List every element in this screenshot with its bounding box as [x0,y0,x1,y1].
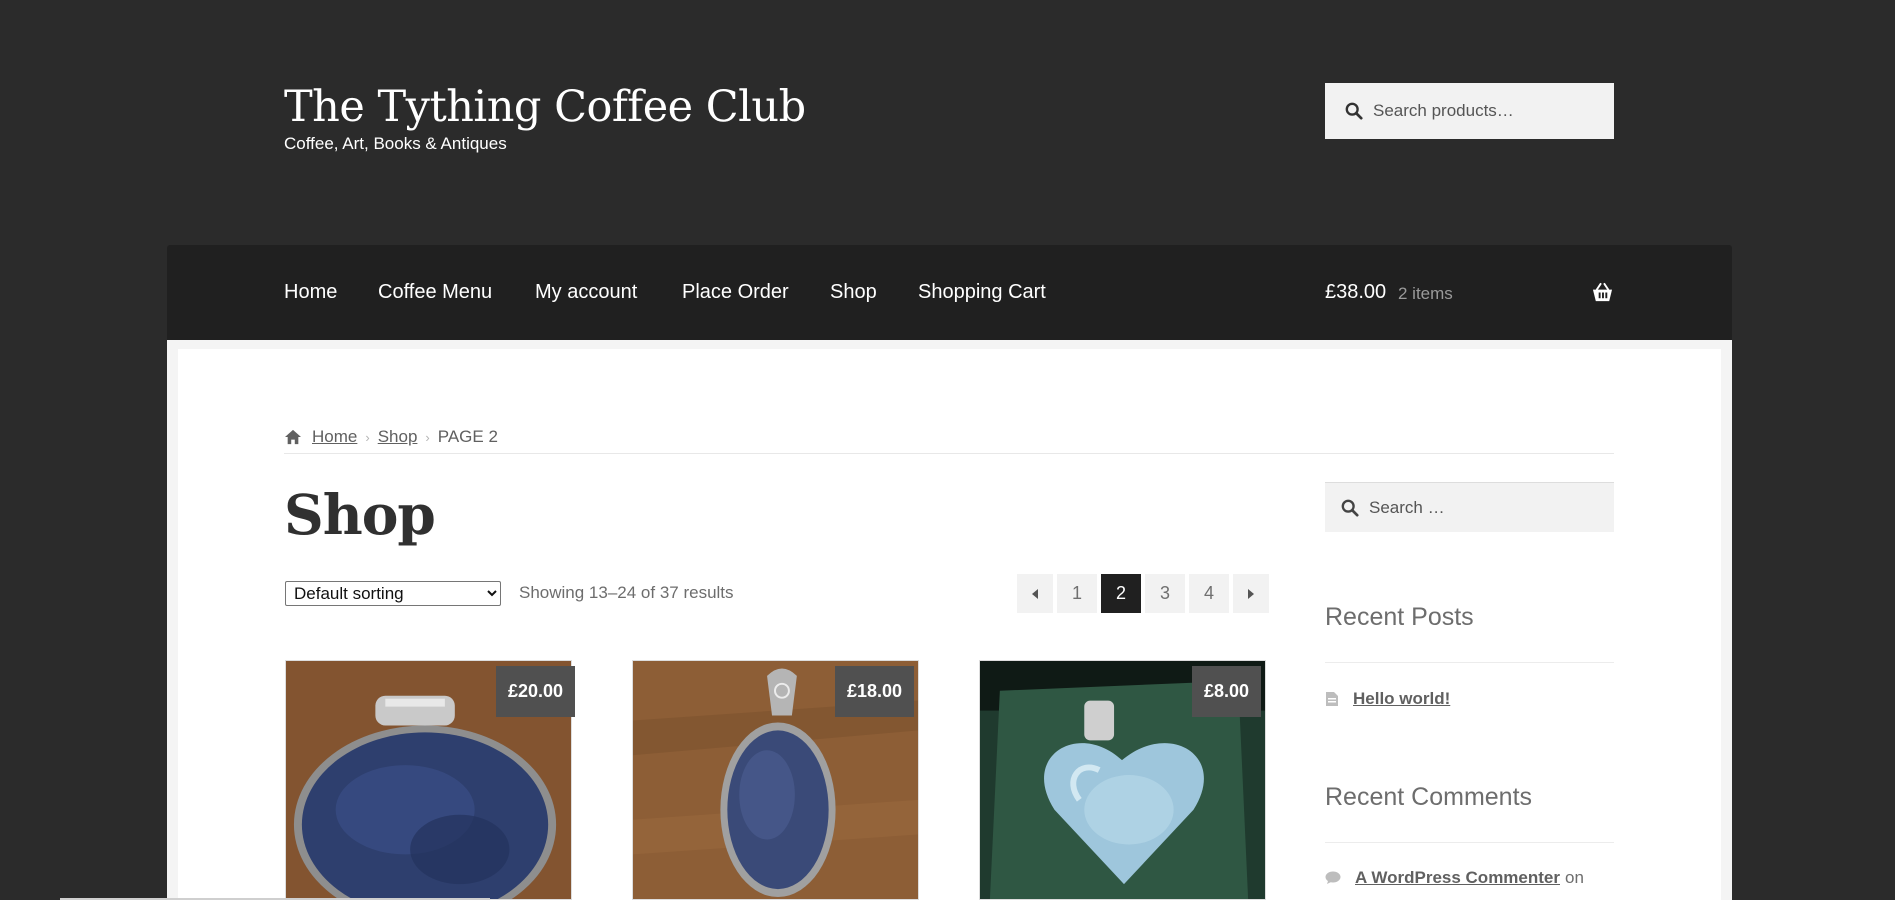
recent-post-link[interactable]: Hello world! [1353,689,1450,709]
primary-navigation: Home Coffee Menu My account Place Order … [167,245,1732,340]
nav-item-my-account[interactable]: My account [535,281,637,304]
product-price-badge: £8.00 [1192,666,1262,717]
comment-on-text: on [1565,868,1584,887]
cart-item-count[interactable]: 2 items [1398,284,1453,304]
site-description: Coffee, Art, Books & Antiques [284,134,507,153]
comment-author-link[interactable]: A WordPress Commenter [1355,868,1560,888]
breadcrumb-home-link[interactable]: Home [312,427,357,447]
nav-item-coffee-menu[interactable]: Coffee Menu [378,281,492,304]
nav-item-shopping-cart[interactable]: Shopping Cart [918,281,1046,304]
product-price-badge: £20.00 [496,666,576,717]
home-icon [285,429,301,445]
page-title: Shop [284,482,436,547]
search-icon [1345,102,1363,120]
product-search-input[interactable] [1373,101,1603,121]
breadcrumb-shop-link[interactable]: Shop [378,427,418,447]
breadcrumb-divider [284,453,1614,454]
result-count: Showing 13–24 of 37 results [519,583,734,602]
recent-comment-item: A WordPress Commenter on [1325,868,1584,888]
product-search-field[interactable] [1325,83,1614,139]
pagination: 1 2 3 4 [1017,574,1269,613]
pagination-page-3[interactable]: 3 [1145,574,1185,613]
breadcrumb-separator-icon: › [425,429,430,445]
pagination-page-4[interactable]: 4 [1189,574,1229,613]
breadcrumb-separator-icon: › [365,429,370,445]
breadcrumb: Home › Shop › PAGE 2 [284,427,498,447]
recent-post-item: Hello world! [1325,689,1450,709]
sidebar-search-input[interactable] [1369,497,1599,518]
basket-icon[interactable] [1591,282,1614,303]
pagination-next-button[interactable] [1233,574,1269,613]
nav-item-place-order[interactable]: Place Order [682,281,789,304]
recent-comments-title: Recent Comments [1325,783,1533,811]
pagination-page-1[interactable]: 1 [1057,574,1097,613]
recent-posts-title: Recent Posts [1325,603,1474,631]
sidebar-search-field[interactable] [1325,482,1614,532]
product-price-badge: £18.00 [835,666,915,717]
nav-item-shop[interactable]: Shop [830,281,877,304]
sort-select[interactable]: Default sorting [285,581,501,606]
pagination-prev-button[interactable] [1017,574,1053,613]
site-title[interactable]: The Tything Coffee Club [284,82,806,132]
widget-divider [1325,842,1614,843]
breadcrumb-current: PAGE 2 [437,427,498,446]
widget-divider [1325,662,1614,663]
pagination-page-2-current: 2 [1101,574,1141,613]
comment-icon [1325,871,1341,884]
caret-right-icon [1248,588,1254,599]
caret-left-icon [1032,588,1038,599]
search-icon [1341,499,1359,517]
cart-total[interactable]: £38.00 [1325,281,1386,304]
document-icon [1326,692,1338,706]
nav-item-home[interactable]: Home [284,281,337,304]
